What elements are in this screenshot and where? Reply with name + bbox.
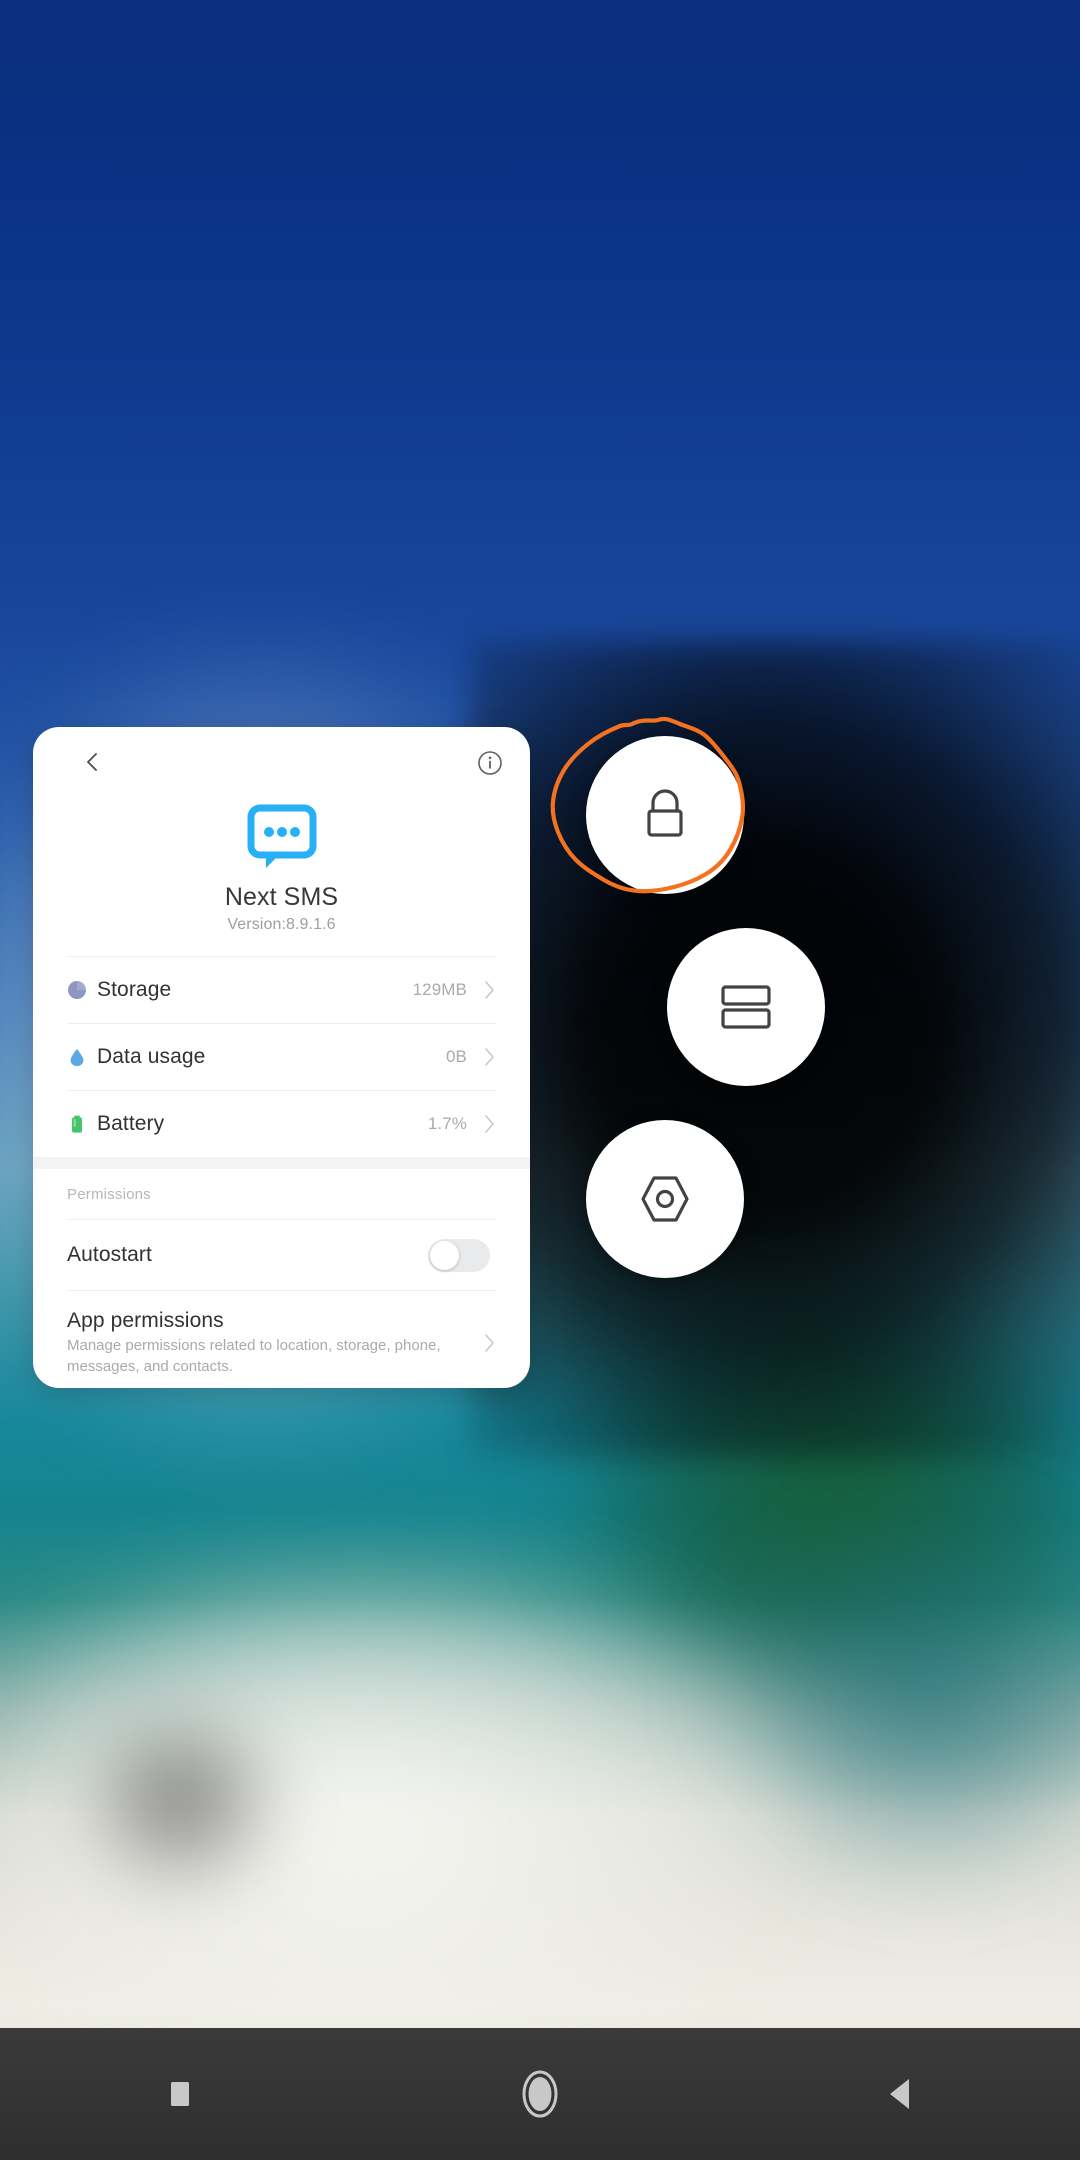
app-version: Version:8.9.1.6 [227,916,336,933]
hex-nut-icon [638,1175,692,1223]
section-divider-band [33,1157,530,1169]
row-data-usage[interactable]: Data usage 0B [67,1023,496,1090]
row-storage[interactable]: Storage 129MB [67,956,496,1023]
lock-icon [640,787,690,843]
square-icon [164,2074,196,2114]
sms-bubble-icon [33,795,530,881]
row-subtitle: Manage permissions related to location, … [67,1337,441,1375]
info-circle-icon[interactable] [476,749,504,777]
autostart-toggle[interactable] [428,1238,490,1272]
circle-icon [519,2068,561,2120]
triangle-left-icon [883,2072,917,2116]
split-screen-icon [720,984,772,1030]
chevron-right-icon [483,1113,496,1135]
back-icon[interactable] [81,751,103,773]
pie-chart-icon [67,980,97,1000]
system-navigation-bar [0,2028,1080,2160]
row-label: Storage [97,978,172,1001]
usage-list: Storage 129MB Data usage 0B Battery 1.7% [33,956,530,1157]
app-name: Next SMS [224,883,339,911]
row-label: Data usage [97,1045,206,1068]
chevron-right-icon [483,1332,496,1354]
phone-screen: Next SMS Version:8.9.1.6 Storage 129MB D… [0,0,1080,2160]
row-title: App permissions [67,1309,224,1333]
section-title-permissions: Permissions [67,1185,151,1203]
lock-fab[interactable] [586,736,744,894]
row-value: 1.7% [427,1114,467,1133]
water-drop-icon [67,1047,97,1067]
home-button[interactable] [360,2028,720,2160]
toggle-knob [430,1240,459,1270]
wallpaper-dark-spot [70,1700,290,1900]
row-app-permissions[interactable]: App permissions Manage permissions relat… [67,1290,496,1388]
row-battery[interactable]: Battery 1.7% [67,1090,496,1157]
chevron-right-icon [483,1046,496,1068]
recents-button[interactable] [0,2028,360,2160]
app-settings-fab[interactable] [586,1120,744,1278]
row-value: 129MB [412,980,467,999]
app-info-card: Next SMS Version:8.9.1.6 Storage 129MB D… [33,727,530,1388]
card-top-bar [33,727,530,791]
row-value: 0B [446,1047,467,1066]
back-button[interactable] [720,2028,1080,2160]
row-label: Battery [97,1112,165,1135]
row-autostart[interactable]: Autostart [67,1219,496,1290]
battery-icon [67,1114,97,1134]
chevron-right-icon [483,979,496,1001]
split-screen-fab[interactable] [667,928,825,1086]
app-hero: Next SMS Version:8.9.1.6 [33,791,530,934]
row-label: Autostart [67,1243,152,1266]
